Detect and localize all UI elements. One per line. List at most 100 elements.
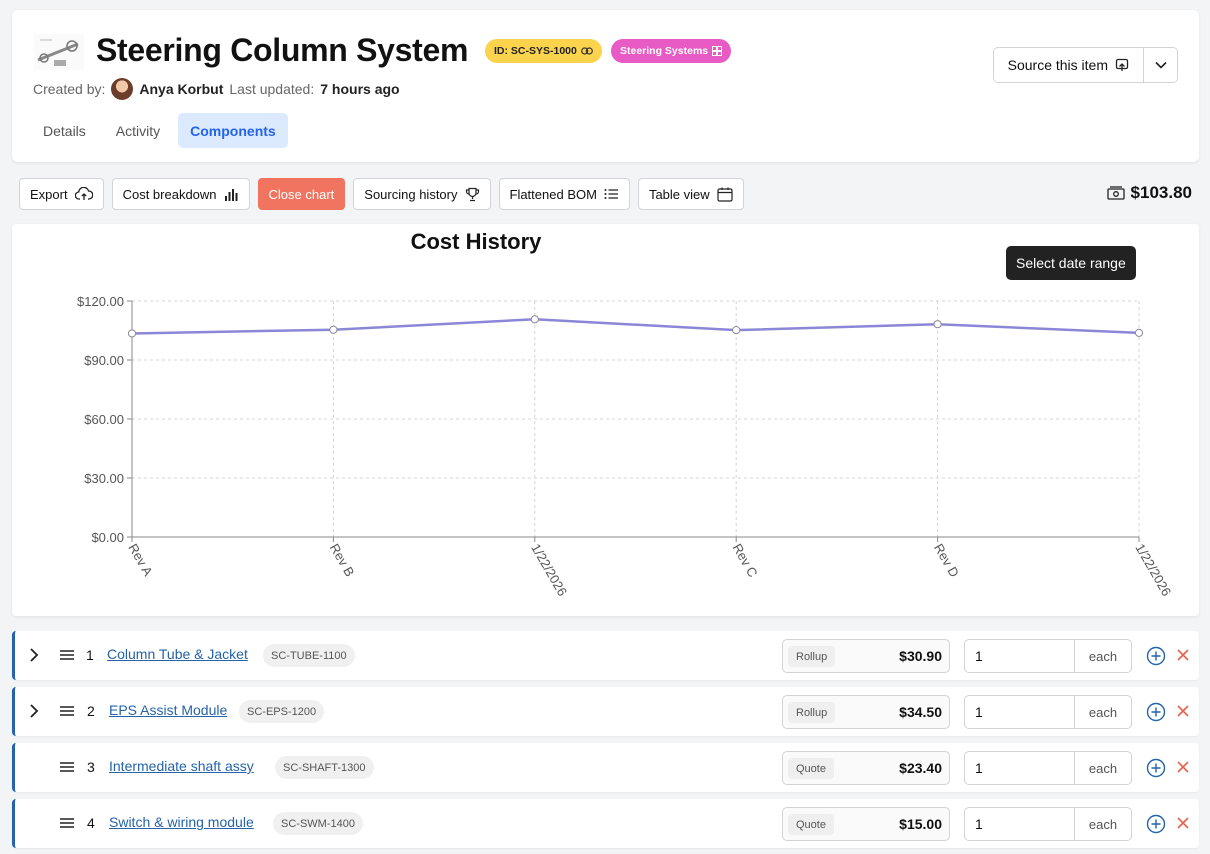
drag-handle-icon[interactable] [59, 649, 75, 661]
quantity-input[interactable] [965, 696, 1075, 728]
x-tick-label: 1/22/2026 [1132, 541, 1174, 599]
data-point [530, 315, 539, 324]
cost-field[interactable]: Rollup $34.50 [782, 695, 950, 729]
component-row[interactable]: 3 Intermediate shaft assy SC-SHAFT-1300 … [12, 743, 1199, 792]
money-icon [1106, 186, 1125, 200]
trophy-icon [465, 187, 479, 201]
updated-value: 7 hours ago [320, 81, 400, 97]
chevron-right-icon[interactable] [27, 703, 41, 719]
item-thumbnail-icon [34, 34, 84, 70]
close-chart-button[interactable]: Close chart [257, 178, 346, 210]
source-button-group: Source this item [992, 47, 1178, 83]
chart-title: Cost History [411, 229, 543, 254]
data-point [127, 329, 137, 338]
x-tick-label: Rev A [125, 541, 155, 579]
add-circle-icon[interactable] [1146, 758, 1166, 778]
total-cost-value: $103.80 [1130, 183, 1192, 202]
item-id-text: ID: SC-SYS-1000 [494, 45, 577, 57]
table-view-label: Table view [648, 186, 710, 202]
cost-breakdown-label: Cost breakdown [122, 186, 217, 202]
quantity-field: each [964, 751, 1132, 785]
components-toolbar: Export Cost breakdown Close chart Sourci… [19, 178, 744, 210]
tab-components[interactable]: Components [178, 113, 288, 148]
cost-history-chart-card: Cost History $0.00 $30.00 $60.00 $90.00 $120… [12, 224, 1199, 616]
item-header-card: Steering Column System ID: SC-SYS-1000 S… [12, 10, 1199, 162]
chevron-right-icon[interactable] [27, 647, 41, 663]
cost-type-badge: Rollup [788, 702, 836, 723]
add-circle-icon[interactable] [1146, 646, 1166, 666]
component-name-link[interactable]: Intermediate shaft assy [109, 758, 254, 774]
cost-field[interactable]: Quote $23.40 [782, 751, 950, 785]
drag-handle-icon[interactable] [59, 817, 75, 829]
table-view-button[interactable]: Table view [637, 178, 744, 210]
flattened-bom-button[interactable]: Flattened BOM [498, 178, 630, 210]
select-date-range-button[interactable]: Select date range [1006, 246, 1136, 280]
page-title: Steering Column System [96, 32, 469, 68]
add-circle-icon[interactable] [1146, 702, 1166, 722]
total-cost: $103.80 [1106, 183, 1192, 203]
item-meta: Created by: Anya Korbut Last updated: 7 … [33, 78, 400, 100]
tab-activity[interactable]: Activity [104, 113, 172, 148]
unit-select[interactable]: each [1075, 752, 1131, 784]
source-this-item-button[interactable]: Source this item [993, 48, 1144, 82]
x-tick-label: Rev C [730, 541, 761, 580]
component-code: SC-SWM-1400 [273, 812, 363, 835]
drag-handle-icon[interactable] [59, 705, 75, 717]
component-name-link[interactable]: EPS Assist Module [109, 702, 227, 718]
component-index: 2 [87, 703, 95, 719]
cost-field[interactable]: Rollup $30.90 [782, 639, 950, 673]
quantity-field: each [964, 695, 1132, 729]
avatar [111, 78, 134, 100]
x-tick-label: Rev D [931, 541, 962, 580]
remove-icon[interactable] [1176, 648, 1190, 662]
y-tick-label: $60.00 [84, 412, 124, 427]
component-name-link[interactable]: Column Tube & Jacket [107, 646, 248, 662]
cost-value: $15.00 [899, 816, 942, 832]
created-by-name[interactable]: Anya Korbut [139, 81, 223, 97]
source-button-label: Source this item [1007, 57, 1108, 73]
quantity-field: each [964, 807, 1132, 841]
series-line [131, 318, 1140, 335]
component-index: 4 [87, 815, 95, 831]
quantity-input[interactable] [965, 640, 1075, 672]
component-row[interactable]: 4 Switch & wiring module SC-SWM-1400 Quo… [12, 799, 1199, 848]
bar-chart-icon [224, 188, 238, 201]
remove-icon[interactable] [1176, 704, 1190, 718]
source-options-dropdown[interactable] [1144, 48, 1177, 82]
sourcing-history-button[interactable]: Sourcing history [353, 178, 491, 210]
item-id-badge[interactable]: ID: SC-SYS-1000 [485, 39, 602, 63]
component-row[interactable]: 2 EPS Assist Module SC-EPS-1200 Rollup $… [12, 687, 1199, 736]
cost-type-badge: Rollup [788, 646, 836, 667]
quantity-input[interactable] [965, 808, 1075, 840]
list-icon [604, 189, 618, 199]
unit-select[interactable]: each [1075, 696, 1131, 728]
remove-icon[interactable] [1176, 816, 1190, 830]
unit-select[interactable]: each [1075, 808, 1131, 840]
x-tick-label: 1/22/2026 [528, 541, 570, 599]
cost-value: $34.50 [899, 704, 942, 720]
component-row[interactable]: 1 Column Tube & Jacket SC-TUBE-1100 Roll… [12, 631, 1199, 680]
data-point [732, 326, 741, 335]
sourcing-history-label: Sourcing history [364, 186, 458, 202]
y-tick-label: $120.00 [77, 294, 124, 309]
y-tick-label: $30.00 [84, 471, 124, 486]
cost-breakdown-button[interactable]: Cost breakdown [111, 178, 250, 210]
add-circle-icon[interactable] [1146, 814, 1166, 834]
component-code: SC-SHAFT-1300 [275, 756, 374, 779]
quantity-input[interactable] [965, 752, 1075, 784]
cloud-upload-icon [74, 187, 93, 200]
cost-history-chart: Cost History $0.00 $30.00 $60.00 $90.00 $120… [77, 229, 1174, 599]
tab-details[interactable]: Details [31, 113, 98, 148]
external-source-icon [1115, 58, 1129, 71]
remove-icon[interactable] [1176, 760, 1190, 774]
export-button[interactable]: Export [19, 178, 104, 210]
component-name-link[interactable]: Switch & wiring module [109, 814, 254, 830]
cost-field[interactable]: Quote $15.00 [782, 807, 950, 841]
calendar-icon [717, 187, 733, 202]
category-badge[interactable]: Steering Systems [611, 39, 732, 63]
component-index: 1 [86, 647, 94, 663]
drag-handle-icon[interactable] [59, 761, 75, 773]
unit-select[interactable]: each [1075, 640, 1131, 672]
export-label: Export [30, 186, 68, 202]
chevron-down-icon [1154, 61, 1167, 69]
